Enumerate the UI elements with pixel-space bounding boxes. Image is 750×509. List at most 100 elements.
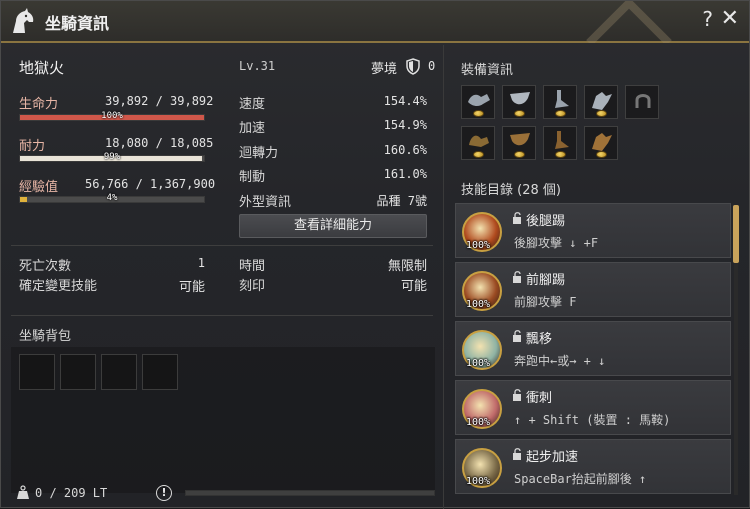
coin-icon [473, 110, 484, 117]
stat-brake-value: 161.0% [383, 167, 427, 181]
stamina-bar-percent: 99% [103, 152, 121, 162]
imprint-value: 可能 [400, 279, 427, 294]
skill-name: 飄移 [526, 332, 553, 347]
hp-bar-percent: 100% [101, 111, 123, 121]
armor-icon [592, 92, 612, 110]
skill-percent: 100% [466, 240, 491, 251]
help-button[interactable]: ? [702, 7, 713, 31]
coin-icon [596, 151, 607, 158]
skill-desc: 後腳攻擊 ↓ +F [514, 236, 599, 250]
stat-appearance-value: 品種 7號 [376, 194, 427, 208]
skill-item[interactable]: 100% 起步加速 SpaceBar抬起前腳後 ↑ [455, 439, 731, 494]
bag-weight: 0 / 209 LT [35, 486, 108, 500]
armor2-slot[interactable] [584, 126, 618, 160]
coin-icon [514, 110, 525, 117]
skill-desc: SpaceBar抬起前腳後 ↑ [514, 472, 647, 486]
unlock-icon [513, 389, 521, 401]
armor2-icon [592, 133, 612, 151]
skill-item[interactable]: 100% 飄移 奔跑中←或→ + ↓ [455, 321, 731, 376]
stamina-bar: 99% [19, 152, 205, 162]
horse-head-icon [13, 8, 34, 33]
horseshoe-slot[interactable] [543, 85, 577, 119]
hp-value: 39,892 / 39,892 [105, 94, 214, 108]
shield-icon [406, 58, 420, 75]
coin-icon [555, 151, 566, 158]
divider [11, 245, 433, 246]
exp-bar: 4% [19, 193, 205, 203]
bag-slot[interactable] [19, 354, 55, 390]
saddle-icon [468, 94, 490, 107]
skill-percent: 100% [466, 417, 491, 428]
weight-bar [185, 490, 435, 496]
panel-divider [443, 45, 444, 509]
coin-icon [596, 110, 607, 117]
unlock-icon [513, 448, 521, 460]
dream-label: 夢境 [371, 62, 398, 77]
deaths-value: 1 [197, 256, 205, 270]
hp-bar: 100% [19, 111, 205, 121]
weight-icon [17, 485, 29, 499]
skill-change-label: 確定變更技能 [19, 279, 98, 294]
skill-item[interactable]: 100% 後腿踢 後腳攻擊 ↓ +F [455, 203, 731, 258]
stat-appearance-label: 外型資訊 [239, 195, 292, 210]
mount-bag-title: 坐騎背包 [19, 329, 72, 344]
horseshoe2-icon [555, 131, 569, 149]
skill-desc: ↑ + Shift (裝置 : 馬鞍) [514, 413, 671, 427]
skill-percent: 100% [466, 358, 491, 369]
coin-icon [473, 151, 484, 158]
skill-name: 起步加速 [526, 450, 579, 465]
horseshoe-empty-slot[interactable] [625, 85, 659, 119]
skill-desc: 前腳攻擊 F [514, 295, 577, 309]
deaths-label: 死亡次數 [19, 259, 72, 274]
title-bar[interactable]: 坐騎資訊 ? ✕ [1, 1, 749, 43]
window-title: 坐騎資訊 [45, 14, 110, 33]
stat-accel-value: 154.9% [383, 118, 427, 132]
unlock-icon [513, 330, 521, 342]
unlock-icon [513, 212, 521, 224]
mount-info-window: 坐騎資訊 ? ✕ 地獄火 Lv.31 夢境 0 生命力 39,892 / 39,… [0, 0, 750, 509]
divider [11, 315, 433, 316]
hp-label: 生命力 [19, 97, 59, 112]
skill-percent: 100% [466, 299, 491, 310]
skill-scrollbar-thumb[interactable] [733, 205, 739, 263]
coin-icon [555, 110, 566, 117]
bag-slot[interactable] [101, 354, 137, 390]
stat-speed-label: 速度 [239, 97, 266, 112]
stirrup-icon [510, 92, 530, 105]
time-value: 無限制 [387, 259, 427, 274]
imprint-label: 刻印 [239, 279, 266, 294]
exp-value: 56,766 / 1,367,900 [85, 177, 216, 191]
skill-desc: 奔跑中←或→ + ↓ [514, 354, 606, 368]
skill-percent: 100% [466, 476, 491, 487]
dream-value: 0 [428, 59, 436, 73]
bag-slot[interactable] [142, 354, 178, 390]
saddle-slot[interactable] [461, 85, 495, 119]
stat-accel-label: 加速 [239, 121, 266, 136]
time-label: 時間 [239, 259, 266, 274]
skill-list-title: 技能目錄 (28 個) [461, 183, 561, 198]
horseshoe2-slot[interactable] [543, 126, 577, 160]
mount-level: Lv.31 [239, 59, 276, 73]
equipment-title: 裝備資訊 [461, 63, 514, 78]
horseshoe-icon [555, 90, 569, 108]
view-detail-button[interactable]: 查看詳細能力 [239, 214, 427, 238]
stirrup-slot[interactable] [502, 85, 536, 119]
close-button[interactable]: ✕ [721, 6, 739, 31]
stat-turn-label: 迴轉力 [239, 146, 279, 161]
skill-item[interactable]: 100% 前腳踢 前腳攻擊 F [455, 262, 731, 317]
exp-bar-percent: 4% [106, 193, 118, 203]
skill-item[interactable]: 100% 衝刺 ↑ + Shift (裝置 : 馬鞍) [455, 380, 731, 435]
saddle2-slot[interactable] [461, 126, 495, 160]
skill-name: 衝刺 [526, 391, 553, 406]
warning-icon[interactable]: ! [156, 485, 172, 501]
horseshoe-empty-icon [635, 94, 651, 108]
bag-slot[interactable] [60, 354, 96, 390]
mount-stats-panel: 地獄火 Lv.31 夢境 0 生命力 39,892 / 39,892 100% … [1, 45, 441, 509]
stirrup2-slot[interactable] [502, 126, 536, 160]
skill-list: 100% 後腿踢 後腳攻擊 ↓ +F 100% 前腳踢 前腳攻擊 F 100% … [455, 203, 735, 495]
stat-turn-value: 160.6% [383, 143, 427, 157]
armor-slot[interactable] [584, 85, 618, 119]
coin-icon [514, 151, 525, 158]
equipment-skills-panel: 裝備資訊 技能目錄 (28 個) 100% 後腿踢 後腳攻擊 ↓ +F 100%… [449, 45, 749, 509]
skill-name: 後腿踢 [526, 214, 566, 229]
